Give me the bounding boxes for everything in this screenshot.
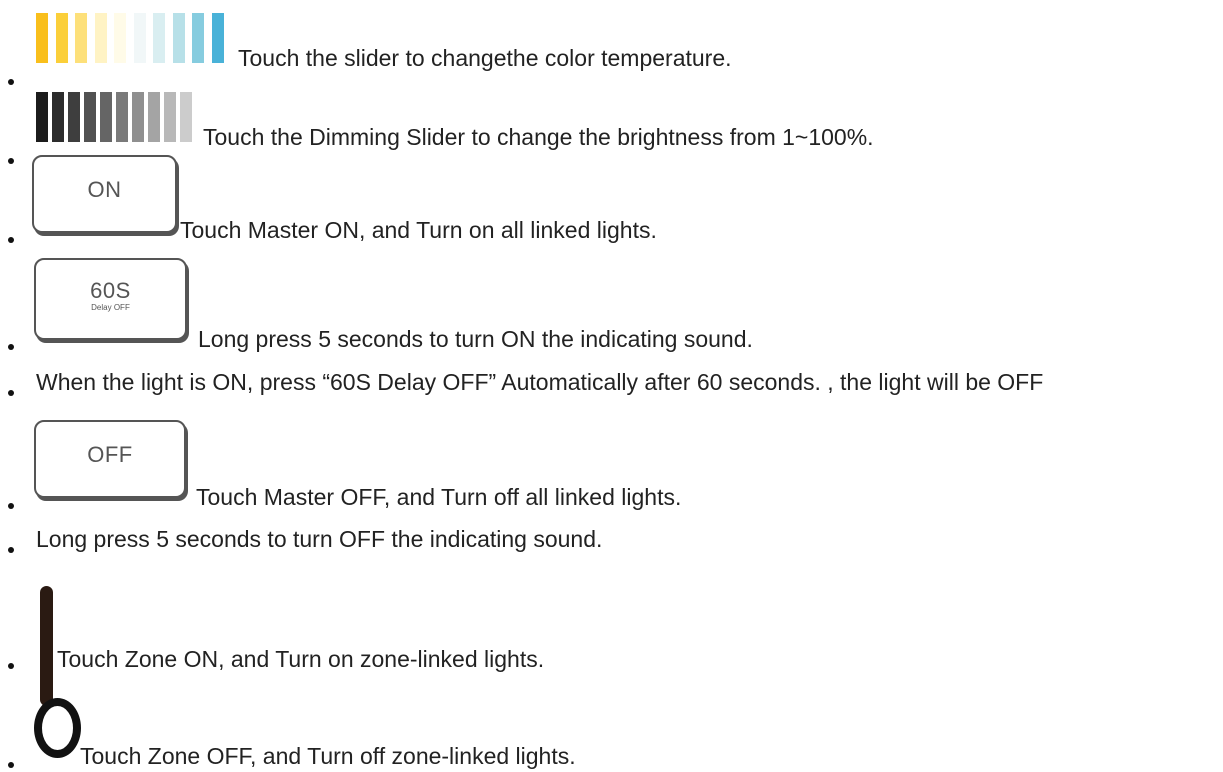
slider-segment <box>114 13 126 63</box>
button-label: 60S <box>90 278 131 303</box>
item-text: Long press 5 seconds to turn ON the indi… <box>198 326 753 352</box>
slider-segment <box>153 13 165 63</box>
slider-segment <box>68 92 80 142</box>
master-off-button-icon: OFF <box>34 420 186 498</box>
item-text: Touch Master ON, and Turn on all linked … <box>180 217 657 243</box>
item-text: Touch the Dimming Slider to change the b… <box>203 124 874 150</box>
slider-segment <box>100 92 112 142</box>
bullet <box>8 237 14 243</box>
slider-segment <box>84 92 96 142</box>
slider-segment <box>52 92 64 142</box>
slider-segment <box>164 92 176 142</box>
slider-segment <box>116 92 128 142</box>
slider-segment <box>132 92 144 142</box>
bullet <box>8 158 14 164</box>
item-text: Long press 5 seconds to turn OFF the ind… <box>36 526 603 552</box>
item-text: When the light is ON, press “60S Delay O… <box>36 369 1044 395</box>
zone-on-bar-icon <box>40 586 53 706</box>
bullet <box>8 344 14 350</box>
button-label: OFF <box>87 442 133 467</box>
slider-segment <box>192 13 204 63</box>
item-text: Touch Zone OFF, and Turn off zone-linked… <box>80 743 576 769</box>
slider-segment <box>94 13 107 63</box>
bullet <box>8 547 14 553</box>
color-temperature-slider-icon <box>36 13 230 63</box>
bullet <box>8 762 14 768</box>
slider-segment <box>133 13 146 63</box>
slider-segment <box>36 13 48 63</box>
slider-segment <box>55 13 68 63</box>
slider-segment <box>211 13 224 63</box>
button-label: ON <box>87 177 122 202</box>
slider-segment <box>172 13 185 63</box>
zone-off-ring-icon <box>34 698 81 758</box>
slider-segment <box>75 13 87 63</box>
item-text: Touch Zone ON, and Turn on zone-linked l… <box>57 646 545 672</box>
master-on-button-icon: ON <box>32 155 177 233</box>
dimming-slider-icon <box>36 92 199 142</box>
bullet <box>8 390 14 396</box>
bullet <box>8 79 14 85</box>
slider-segment <box>36 92 48 142</box>
bullet <box>8 663 14 669</box>
bullet <box>8 503 14 509</box>
delay-off-button-icon: 60S Delay OFF <box>34 258 187 340</box>
slider-segment <box>180 92 192 142</box>
slider-segment <box>148 92 160 142</box>
item-text: Touch the slider to changethe color temp… <box>238 45 732 71</box>
button-sublabel: Delay OFF <box>91 303 130 312</box>
item-text: Touch Master OFF, and Turn off all linke… <box>196 484 682 510</box>
